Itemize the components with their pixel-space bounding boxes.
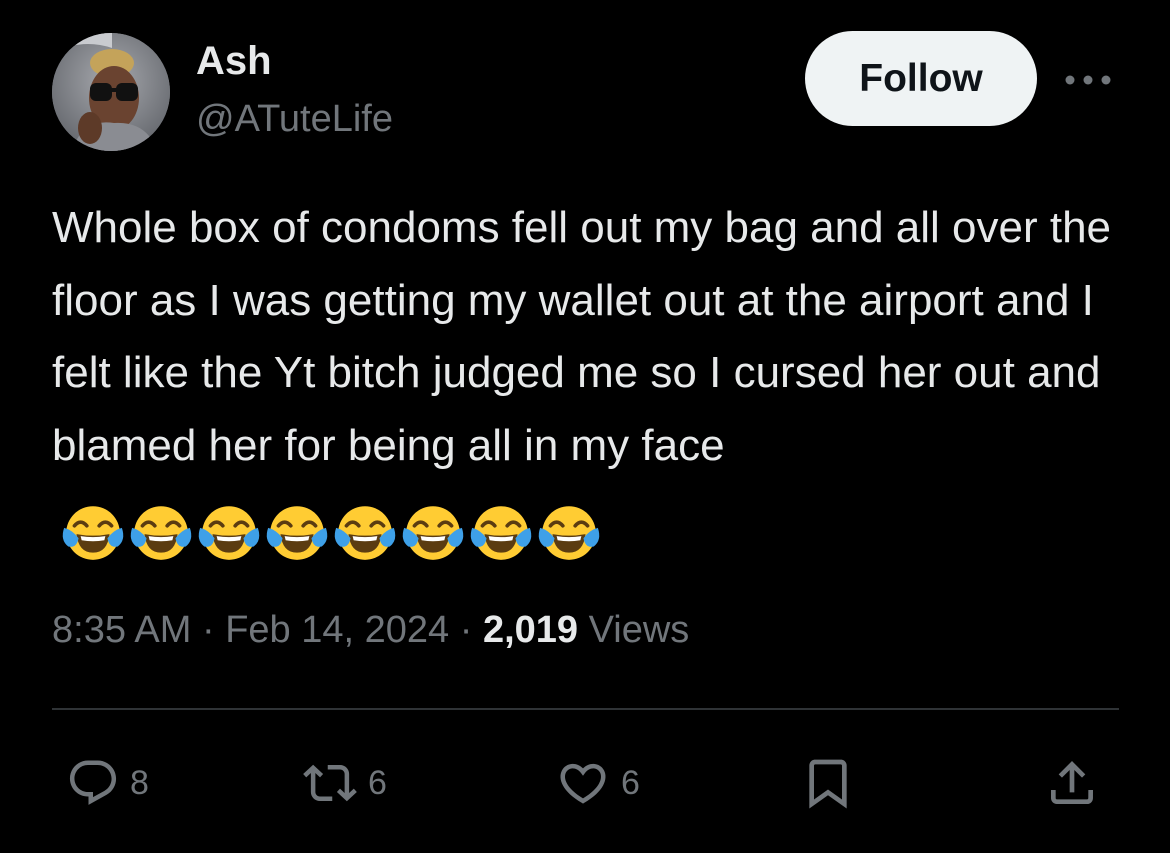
- more-options-button[interactable]: [1058, 58, 1118, 102]
- more-dots-icon: [1065, 75, 1111, 85]
- share-icon: [1051, 761, 1093, 804]
- tweet-text: Whole box of condoms fell out my bag and…: [52, 192, 1142, 567]
- like-button[interactable]: 6: [555, 748, 640, 818]
- follow-button[interactable]: Follow: [805, 31, 1037, 126]
- repost-icon: [303, 764, 357, 802]
- avatar[interactable]: [52, 33, 170, 151]
- like-count: 6: [621, 763, 640, 802]
- tears-of-joy-emoji-icon: [334, 506, 396, 561]
- tears-of-joy-emoji-icon: [198, 506, 260, 561]
- meta-separator: ·: [201, 609, 215, 651]
- meta-separator-2: ·: [459, 609, 473, 651]
- tweet: Ash @ATuteLife Follow Whole box of condo…: [0, 0, 1170, 853]
- tweet-meta: 8:35 AM · Feb 14, 2024 · 2,019 Views: [52, 605, 689, 655]
- reply-count: 8: [130, 763, 149, 802]
- heart-icon: [560, 763, 606, 804]
- tweet-time[interactable]: 8:35 AM: [52, 609, 191, 651]
- repost-button[interactable]: 6: [302, 748, 387, 818]
- bookmark-button[interactable]: [800, 748, 856, 818]
- repost-count: 6: [368, 763, 387, 802]
- share-button[interactable]: [1044, 748, 1100, 818]
- tweet-date[interactable]: Feb 14, 2024: [225, 609, 449, 651]
- reply-button[interactable]: 8: [66, 748, 149, 818]
- author-handle[interactable]: @ATuteLife: [196, 96, 393, 142]
- action-bar: 8 6 6: [0, 748, 1170, 818]
- tears-of-joy-emoji-icon: [62, 506, 124, 561]
- reply-icon: [69, 760, 117, 805]
- views-count: 2,019: [482, 609, 579, 651]
- tears-of-joy-emoji-icon: [538, 506, 600, 561]
- tweet-body: Whole box of condoms fell out my bag and…: [52, 203, 1124, 470]
- author-name[interactable]: Ash: [196, 38, 272, 84]
- emoji-row: [60, 494, 604, 567]
- tears-of-joy-emoji-icon: [266, 506, 328, 561]
- bookmark-icon: [809, 759, 847, 809]
- divider: [52, 708, 1119, 710]
- tears-of-joy-emoji-icon: [470, 506, 532, 561]
- views-label: Views: [588, 609, 690, 651]
- tears-of-joy-emoji-icon: [402, 506, 464, 561]
- tears-of-joy-emoji-icon: [130, 506, 192, 561]
